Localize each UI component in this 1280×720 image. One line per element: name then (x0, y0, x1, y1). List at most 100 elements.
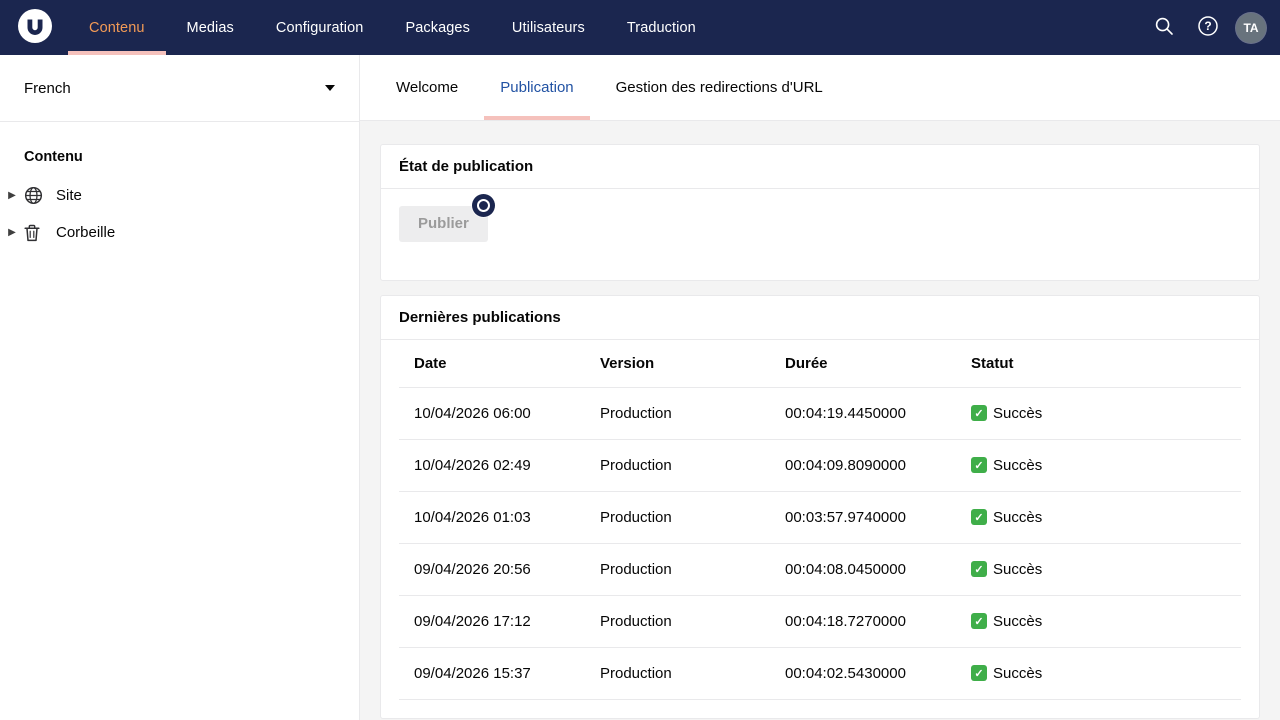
card-title: État de publication (399, 158, 533, 175)
card-body: Publier (381, 189, 1259, 280)
language-selector[interactable]: French (0, 55, 359, 122)
table-row: 10/04/2026 06:00 Production 00:04:19.445… (399, 387, 1241, 439)
nav-item-label: Packages (405, 20, 469, 36)
table-header-row: Date Version Durée Statut (399, 340, 1241, 388)
nav-item-configuration[interactable]: Configuration (255, 0, 385, 55)
status-label: Succès (993, 405, 1042, 422)
topbar: Contenu Medias Configuration Packages Ut… (0, 0, 1280, 55)
nav-item-label: Configuration (276, 20, 364, 36)
tab-publication[interactable]: Publication (484, 55, 589, 120)
nav-item-label: Contenu (89, 20, 145, 36)
user-avatar[interactable]: TA (1236, 13, 1266, 43)
cell-date: 09/04/2026 20:56 (399, 543, 585, 595)
content-tabs: Welcome Publication Gestion des redirect… (360, 55, 1280, 121)
last-publications-card: Dernières publications Date Version Duré… (380, 295, 1260, 719)
success-check-icon: ✓ (971, 457, 987, 473)
tab-label: Welcome (396, 79, 458, 96)
table-row: 10/04/2026 01:03 Production 00:03:57.974… (399, 491, 1241, 543)
cell-date: 09/04/2026 15:37 (399, 647, 585, 699)
globe-icon (24, 186, 50, 205)
cell-version: Production (585, 387, 770, 439)
trash-icon (24, 224, 50, 242)
svg-text:?: ? (1204, 19, 1211, 33)
tree-item-site[interactable]: ▶ Site (0, 177, 359, 214)
app-logo[interactable] (16, 7, 68, 49)
publication-state-card: État de publication Publier (380, 144, 1260, 281)
cell-statut: ✓ Succès (956, 491, 1241, 543)
publications-table-body: 10/04/2026 06:00 Production 00:04:19.445… (399, 387, 1241, 699)
tree-item-corbeille[interactable]: ▶ Corbeille (0, 214, 359, 251)
tree-section-title: Contenu (0, 149, 359, 177)
help-button[interactable]: ? (1192, 12, 1224, 44)
loading-spinner-icon (472, 194, 495, 217)
cell-statut: ✓ Succès (956, 543, 1241, 595)
tab-label: Publication (500, 79, 573, 96)
publications-table-wrap: Date Version Durée Statut 10/04/2026 06:… (381, 340, 1259, 718)
status-label: Succès (993, 613, 1042, 630)
nav-item-contenu[interactable]: Contenu (68, 0, 166, 55)
search-button[interactable] (1148, 12, 1180, 44)
cell-date: 09/04/2026 17:12 (399, 595, 585, 647)
caret-right-icon[interactable]: ▶ (0, 214, 24, 251)
tab-welcome[interactable]: Welcome (380, 55, 474, 120)
column-header-version: Version (585, 340, 770, 388)
publications-table: Date Version Durée Statut 10/04/2026 06:… (399, 340, 1241, 700)
table-row: 09/04/2026 17:12 Production 00:04:18.727… (399, 595, 1241, 647)
cell-statut: ✓ Succès (956, 387, 1241, 439)
avatar-initials: TA (1243, 21, 1258, 35)
content-tree-section: Contenu ▶ Site ▶ (0, 122, 359, 251)
tab-label: Gestion des redirections d'URL (616, 79, 823, 96)
cell-statut: ✓ Succès (956, 647, 1241, 699)
success-check-icon: ✓ (971, 405, 987, 421)
nav-item-label: Utilisateurs (512, 20, 585, 36)
workspace: French Contenu ▶ Site ▶ (0, 55, 1280, 720)
publish-button-wrap: Publier (399, 206, 488, 242)
success-check-icon: ✓ (971, 665, 987, 681)
card-header: État de publication (381, 145, 1259, 189)
column-header-statut: Statut (956, 340, 1241, 388)
cell-version: Production (585, 491, 770, 543)
success-check-icon: ✓ (971, 561, 987, 577)
column-header-duree: Durée (770, 340, 956, 388)
status-label: Succès (993, 665, 1042, 682)
cell-duree: 00:03:57.9740000 (770, 491, 956, 543)
umbraco-logo-icon (16, 7, 54, 49)
chevron-down-icon (325, 85, 335, 91)
nav-item-utilisateurs[interactable]: Utilisateurs (491, 0, 606, 55)
nav-item-traduction[interactable]: Traduction (606, 0, 717, 55)
cell-date: 10/04/2026 02:49 (399, 439, 585, 491)
tab-redirections-url[interactable]: Gestion des redirections d'URL (600, 55, 839, 120)
cell-duree: 00:04:02.5430000 (770, 647, 956, 699)
table-row: 10/04/2026 02:49 Production 00:04:09.809… (399, 439, 1241, 491)
tree-item-label: Corbeille (50, 224, 115, 241)
success-check-icon: ✓ (971, 509, 987, 525)
table-row: 09/04/2026 20:56 Production 00:04:08.045… (399, 543, 1241, 595)
cell-duree: 00:04:18.7270000 (770, 595, 956, 647)
sidebar: French Contenu ▶ Site ▶ (0, 55, 360, 720)
card-title: Dernières publications (399, 309, 561, 326)
card-header: Dernières publications (381, 296, 1259, 340)
success-check-icon: ✓ (971, 613, 987, 629)
cell-date: 10/04/2026 06:00 (399, 387, 585, 439)
search-icon (1154, 16, 1174, 40)
status-label: Succès (993, 509, 1042, 526)
tab-content: État de publication Publier Dernières pu… (360, 121, 1280, 720)
nav-item-label: Medias (187, 20, 234, 36)
topbar-nav: Contenu Medias Configuration Packages Ut… (68, 0, 717, 55)
table-row: 09/04/2026 15:37 Production 00:04:02.543… (399, 647, 1241, 699)
nav-item-label: Traduction (627, 20, 696, 36)
cell-version: Production (585, 595, 770, 647)
cell-duree: 00:04:09.8090000 (770, 439, 956, 491)
help-icon: ? (1197, 15, 1219, 41)
nav-item-packages[interactable]: Packages (384, 0, 490, 55)
status-label: Succès (993, 457, 1042, 474)
cell-date: 10/04/2026 01:03 (399, 491, 585, 543)
cell-version: Production (585, 647, 770, 699)
nav-item-medias[interactable]: Medias (166, 0, 255, 55)
topbar-actions: ? TA (1148, 12, 1266, 44)
caret-right-icon[interactable]: ▶ (0, 177, 24, 214)
cell-statut: ✓ Succès (956, 595, 1241, 647)
tree-item-label: Site (50, 187, 82, 204)
status-label: Succès (993, 561, 1042, 578)
cell-duree: 00:04:19.4450000 (770, 387, 956, 439)
